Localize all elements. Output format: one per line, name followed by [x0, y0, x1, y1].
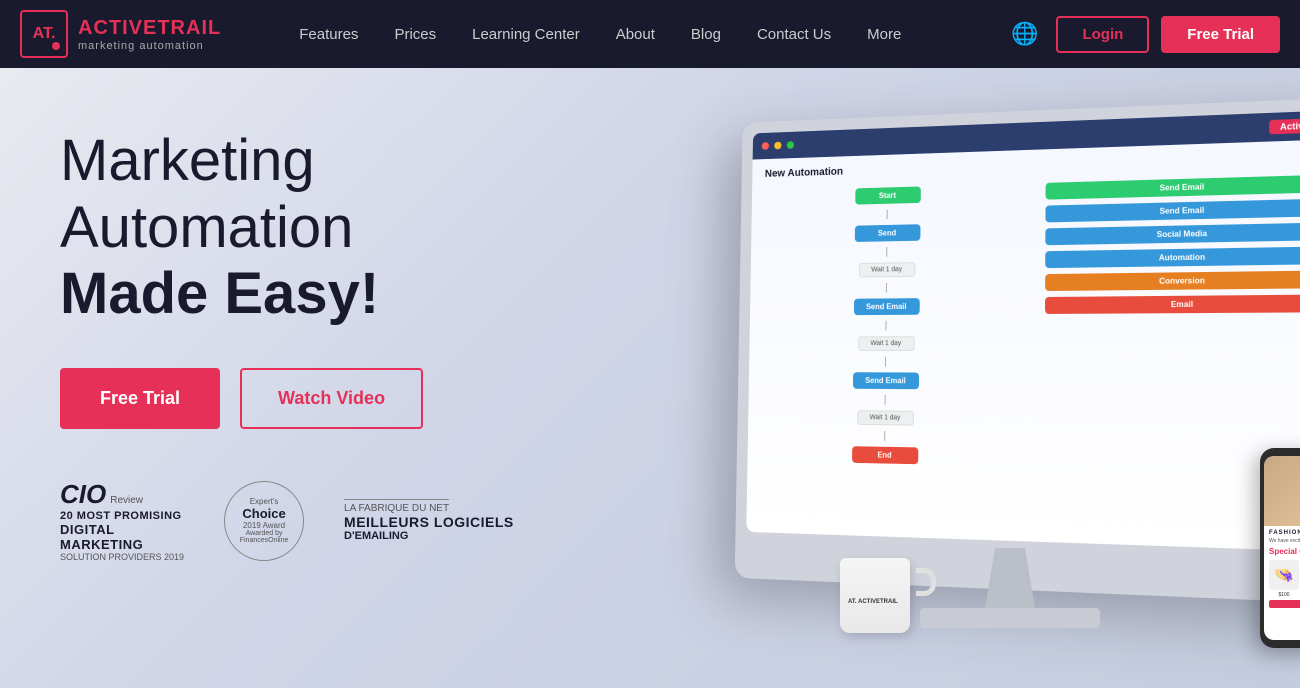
nav-more[interactable]: More [849, 0, 919, 68]
nav-prices[interactable]: Prices [376, 0, 454, 68]
award-experts: Expert's Choice 2019 Award Awarded by Fi… [224, 481, 304, 561]
monitor-area: Activate New Automation Start Send Wait … [660, 108, 1300, 688]
node-end: End [852, 446, 918, 464]
awards: CIO Review 20 MOST PROMISING DIGITALMARK… [60, 479, 580, 562]
node-send: Send [854, 224, 920, 242]
hero-buttons: Free Trial Watch Video [60, 368, 580, 429]
connector [885, 395, 886, 405]
expert-by: Awarded by FinancesOnline [231, 530, 297, 544]
node-r4: Automation [1045, 246, 1300, 268]
phone-banner: 👒 [1264, 456, 1300, 526]
cio-review: Review [110, 495, 143, 506]
monitor-stand-base [920, 608, 1100, 628]
logo-sub: marketing automation [78, 40, 221, 52]
award-cio-top: CIO Review [60, 479, 143, 510]
nav-contact-us[interactable]: Contact Us [739, 0, 849, 68]
logo-name: ACTIVETRAIL [78, 16, 221, 40]
navbar: AT. ACTIVETRAIL marketing automation Fea… [0, 0, 1300, 68]
phone-special-offer: Special Offer [1269, 547, 1300, 556]
connector [885, 357, 886, 367]
phone-price-row: $100 $75 [1269, 592, 1300, 598]
dot-red [762, 142, 769, 150]
phone-text-area: FASHION WORLD We have exciting offers fo… [1264, 526, 1300, 612]
award-fabrique: LA FABRIQUE DU NET MEILLEURS LOGICIELS D… [344, 499, 514, 542]
node-start: Start [855, 186, 921, 204]
logo-trail: TRAIL [157, 17, 221, 39]
expert-label: Expert's [250, 497, 279, 506]
activate-btn[interactable]: Activate [1269, 118, 1300, 135]
logo-at-text: AT. [33, 25, 56, 43]
expert-choice: Choice [242, 506, 285, 521]
nav-about[interactable]: About [598, 0, 673, 68]
nav-blog[interactable]: Blog [673, 0, 739, 68]
node-send-email2: Send Email [852, 372, 918, 389]
fabrique-main: MEILLEURS LOGICIELS [344, 514, 514, 530]
globe-icon[interactable]: 🌐 [1005, 15, 1044, 53]
cio-subtitle: 20 MOST PROMISING [60, 510, 182, 522]
logo-dot [52, 42, 60, 50]
hero-title-line1: Marketing Automation [60, 128, 353, 260]
logo-active: ACTIVE [78, 17, 157, 39]
connector [887, 210, 888, 220]
connector [885, 321, 886, 331]
phone: 👒 FASHION WORLD We have exciting offers … [1260, 448, 1300, 648]
monitor-bezel: Activate New Automation Start Send Wait … [746, 110, 1300, 552]
hero-section: Marketing Automation Made Easy! Free Tri… [0, 68, 1300, 688]
mug: AT. ACTIVETRAIL [840, 548, 920, 633]
monitor-screen: Activate New Automation Start Send Wait … [746, 110, 1300, 552]
node-wait2: Wait 1 day [858, 336, 915, 351]
hero-title-line2: Made Easy! [60, 261, 379, 326]
logo-icon: AT. [20, 10, 68, 58]
watch-video-button[interactable]: Watch Video [240, 368, 423, 429]
phone-screen: 👒 FASHION WORLD We have exciting offers … [1264, 456, 1300, 640]
node-wait1: Wait 1 day [858, 262, 914, 277]
flow-left: Start Send Wait 1 day Send Email Wait 1 … [760, 184, 1016, 467]
node-send-email: Send Email [853, 298, 919, 315]
mug-body: AT. ACTIVETRAIL [840, 558, 910, 633]
award-cio: CIO Review 20 MOST PROMISING DIGITALMARK… [60, 479, 184, 562]
flow-right: Send Email Send Email Social Media Autom… [1044, 175, 1300, 473]
monitor-outer: Activate New Automation Start Send Wait … [735, 97, 1300, 604]
phone-buy-btn[interactable] [1269, 600, 1300, 608]
phone-store-name: FASHION WORLD [1269, 530, 1300, 536]
node-wait3: Wait 1 day [857, 410, 914, 425]
nav-links: Features Prices Learning Center About Bl… [281, 0, 1005, 68]
nav-learning-center[interactable]: Learning Center [454, 0, 598, 68]
node-r6: Email [1045, 295, 1300, 314]
node-r2: Send Email [1045, 199, 1300, 223]
cio-text: CIO [60, 479, 106, 510]
expert-year: 2019 Award [243, 521, 285, 530]
node-r1: Send Email [1046, 175, 1300, 200]
node-r5: Conversion [1045, 270, 1300, 291]
phone-btn-row [1269, 600, 1300, 608]
phone-products: 👒 🎀 [1269, 560, 1300, 590]
cio-sub2: SOLUTION PROVIDERS 2019 [60, 552, 184, 562]
dot-green [787, 141, 794, 149]
hero-title: Marketing Automation Made Easy! [60, 128, 580, 328]
logo-text-area: ACTIVETRAIL marketing automation [78, 16, 221, 52]
phone-offer-text: We have exciting offers for you! [1269, 538, 1300, 544]
fabrique-sub: D'EMAILING [344, 530, 408, 542]
logo[interactable]: AT. ACTIVETRAIL marketing automation [20, 10, 221, 58]
login-button[interactable]: Login [1056, 16, 1149, 53]
screen-content: New Automation Start Send Wait 1 day Sen… [747, 139, 1300, 488]
cio-main: DIGITALMARKETING [60, 522, 143, 552]
phone-price-1: $100 [1269, 592, 1299, 598]
free-trial-hero-button[interactable]: Free Trial [60, 368, 220, 429]
node-r3: Social Media [1045, 223, 1300, 246]
connector [884, 431, 885, 441]
fabrique-top: LA FABRIQUE DU NET [344, 499, 449, 514]
dot-yellow [774, 142, 781, 150]
mug-handle [916, 568, 936, 596]
nav-features[interactable]: Features [281, 0, 376, 68]
hero-content: Marketing Automation Made Easy! Free Tri… [60, 128, 580, 562]
phone-product-1: 👒 [1269, 560, 1299, 590]
nav-right: 🌐 Login Free Trial [1005, 15, 1280, 53]
connector [886, 283, 887, 293]
free-trial-nav-button[interactable]: Free Trial [1161, 16, 1280, 53]
flow-area: Start Send Wait 1 day Send Email Wait 1 … [756, 171, 1300, 478]
connector [886, 247, 887, 257]
mug-logo: AT. ACTIVETRAIL [848, 599, 898, 605]
